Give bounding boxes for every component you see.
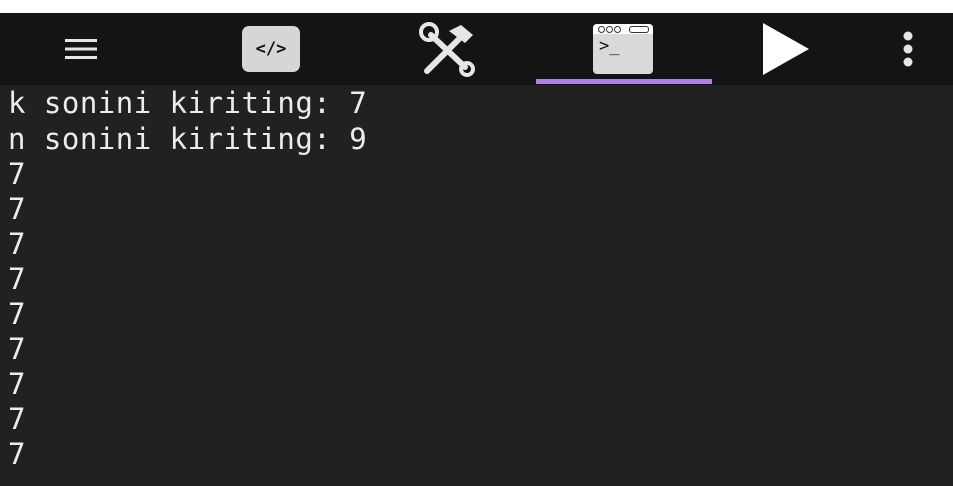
terminal-tab[interactable]: >_ — [586, 13, 660, 85]
console-line: 7 — [8, 297, 26, 331]
hamburger-menu-icon — [65, 39, 97, 59]
menu-button[interactable] — [48, 13, 114, 85]
tools-button[interactable] — [410, 13, 484, 85]
console-line: 7 — [8, 332, 26, 366]
app-frame: </> >_ k sonini kiriting: 7 n sonini kir… — [0, 0, 953, 486]
terminal-prompt: >_ — [599, 36, 620, 56]
console-line: 7 — [8, 157, 26, 191]
window-bar — [629, 26, 649, 33]
top-toolbar: </> >_ — [0, 13, 953, 85]
run-play-icon — [763, 23, 809, 75]
console-line: n sonini kiriting: 9 — [8, 122, 368, 156]
window-dot — [606, 26, 613, 33]
console-line: 7 — [8, 437, 26, 471]
console-output[interactable]: k sonini kiriting: 7 n sonini kiriting: … — [0, 85, 953, 486]
console-line: 7 — [8, 402, 26, 436]
more-options-button[interactable] — [888, 13, 928, 85]
code-icon-text: </> — [255, 39, 287, 59]
run-button[interactable] — [752, 13, 818, 85]
terminal-icon: >_ — [593, 24, 653, 74]
code-editor-button[interactable]: </> — [236, 13, 306, 85]
window-dot — [614, 26, 621, 33]
console-line: 7 — [8, 192, 26, 226]
console-line: 7 — [8, 367, 26, 401]
tools-icon — [419, 22, 475, 77]
more-vertical-icon — [903, 31, 913, 67]
console-line: k sonini kiriting: 7 — [8, 86, 368, 120]
window-dot — [598, 26, 605, 33]
console-line: 7 — [8, 262, 26, 296]
console-line: 7 — [8, 227, 26, 261]
code-editor-icon: </> — [242, 26, 300, 72]
active-tab-indicator — [536, 79, 712, 84]
